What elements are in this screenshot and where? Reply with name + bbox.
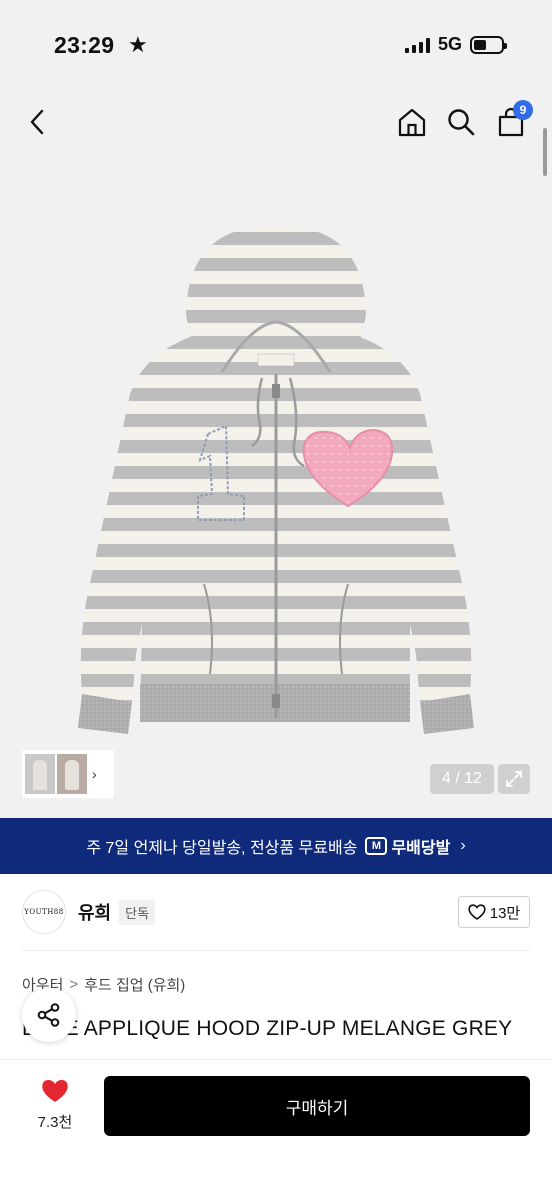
chevron-left-icon: [30, 109, 44, 135]
breadcrumb-separator: >: [69, 976, 79, 993]
free-delivery-badge: M 무배당발: [365, 834, 450, 858]
search-button[interactable]: [443, 104, 479, 140]
signal-icon: [404, 37, 430, 53]
expand-icon: [506, 771, 522, 787]
status-indicators: 5G: [404, 34, 507, 55]
promo-text: 주 7일 언제나 당일발송, 전상품 무료배송: [86, 840, 358, 857]
share-button[interactable]: [22, 988, 76, 1042]
status-time: 23:29: [54, 32, 115, 58]
network-type: 5G: [437, 34, 462, 54]
divider: [22, 950, 530, 951]
search-icon: [448, 109, 475, 136]
scrollbar[interactable]: [543, 128, 547, 176]
cart-count-badge: 9: [513, 100, 533, 120]
wishlist-button[interactable]: 7.3천: [28, 1078, 82, 1132]
back-button[interactable]: [20, 104, 56, 140]
exclusive-tag: 단독: [119, 899, 156, 925]
brand-name[interactable]: 유희: [78, 899, 111, 925]
chevron-right-icon: ›: [92, 766, 97, 782]
image-page-indicator: 4 / 12: [430, 764, 494, 794]
brand-like-button[interactable]: 13만: [458, 896, 530, 928]
battery-level: [474, 39, 486, 50]
chevron-right-icon: ›: [460, 837, 466, 854]
expand-button[interactable]: [498, 764, 530, 794]
share-icon: [37, 1003, 60, 1027]
star-icon: ★: [128, 32, 148, 57]
thumbnail-strip[interactable]: ›: [22, 750, 114, 798]
status-bar: 23:29 ★ 5G: [0, 0, 552, 90]
breadcrumb-subcategory[interactable]: 후드 집업 (유희): [84, 974, 185, 995]
home-button[interactable]: [394, 104, 430, 140]
cart-button[interactable]: 9: [493, 100, 533, 140]
home-icon: [398, 108, 426, 137]
promo-badge-label: 무배당발: [391, 840, 451, 857]
thumbnail-1[interactable]: [25, 754, 55, 794]
battery-icon: [470, 35, 507, 54]
top-nav: 9: [0, 90, 552, 154]
product-title: LOVE APPLIQUE HOOD ZIP-UP MELANGE GREY: [22, 1017, 513, 1040]
bottom-action-bar: 7.3천 구매하기: [0, 1060, 552, 1200]
brand-logo[interactable]: YOUTH88: [22, 890, 66, 934]
brand-like-count: 13만: [489, 904, 521, 922]
wishlist-count: 7.3천: [37, 1114, 73, 1131]
heart-filled-icon: [42, 1080, 68, 1102]
delivery-logo-icon: M: [365, 837, 388, 855]
buy-button[interactable]: 구매하기: [104, 1076, 530, 1136]
promo-banner[interactable]: 주 7일 언제나 당일발송, 전상품 무료배송 M 무배당발 ›: [0, 818, 552, 874]
heart-outline-icon: [468, 904, 486, 920]
brand-row: YOUTH88 유희 단독 13만: [0, 874, 552, 950]
hoodie-illustration: [78, 225, 474, 734]
thumbnail-2[interactable]: [57, 754, 87, 794]
product-image[interactable]: › 4 / 12: [0, 154, 552, 818]
